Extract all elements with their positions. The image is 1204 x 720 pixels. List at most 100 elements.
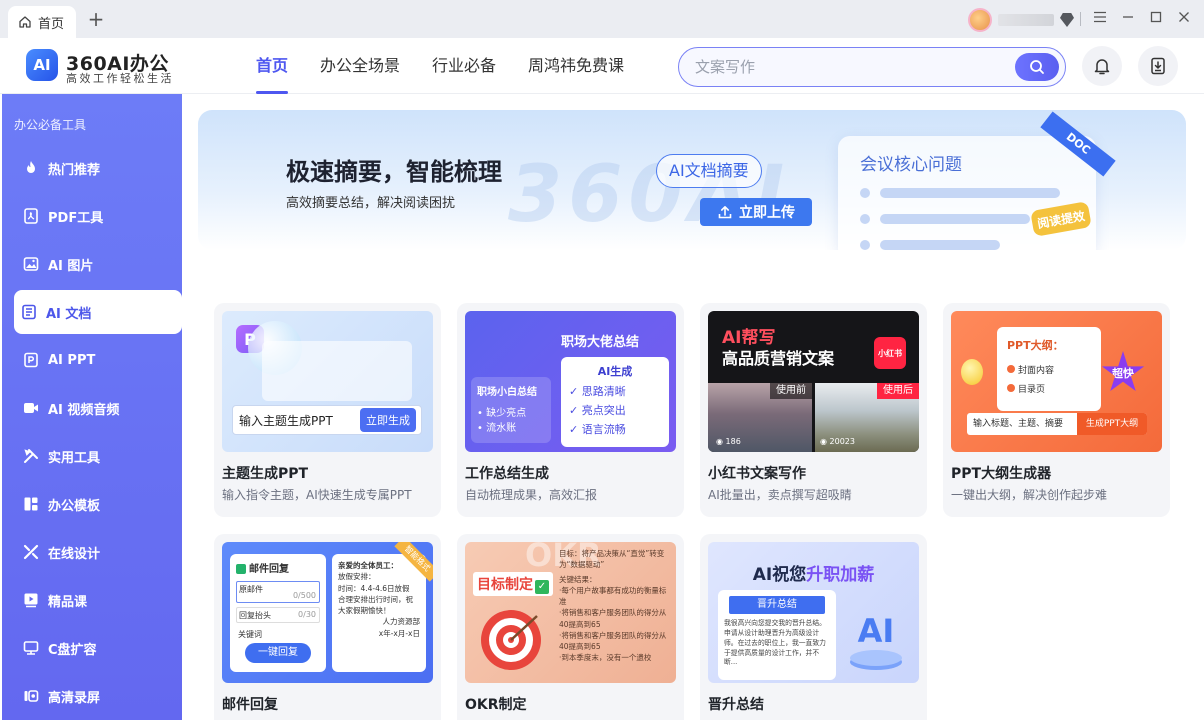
minimize-icon[interactable] [1118,9,1138,29]
course-icon [22,591,40,609]
sidebar-item-templates[interactable]: 办公模板 [2,482,182,526]
app-header: AI 360AI办公 高效工作轻松生活 首页 办公全场景 行业必备 周鸿祎免费课 [0,38,1204,94]
tool-card-okr[interactable]: OKR 目标制定 ✓ 目标：将产品决策从“直觉”转变为“数据驱动” 关键结果： ·… [457,534,684,720]
nav-industry[interactable]: 行业必备 [432,38,496,94]
doc-line [880,188,1060,198]
menu-icon[interactable] [1090,9,1110,29]
card-description: 一键出大纲，解决创作起步难 [951,488,1108,502]
user-area[interactable] [968,8,1074,32]
search-box [678,47,1066,87]
new-tab-button[interactable]: + [86,9,106,29]
sidebar-item-record[interactable]: 高清录屏 [2,674,182,718]
home-icon [19,16,31,28]
title-bar: 首页 + [0,0,1204,38]
download-button[interactable] [1138,46,1178,86]
doc-illustration-title: 会议核心问题 [860,155,962,175]
sidebar-item-ai-doc[interactable]: AI 文档 [14,290,182,334]
sidebar-item-label: 热门推荐 [48,162,101,178]
sidebar-item-label: C盘扩容 [48,642,97,658]
sidebar-item-label: PDF工具 [48,210,104,226]
okr-goal: 目标：将产品决策从“直觉”转变为“数据驱动” [559,549,665,570]
doc-bullet [860,188,870,198]
card-description: 自动梳理成果，高效汇报 [465,488,598,502]
view-count: ◉ 186 [716,437,741,446]
tool-card-ppt-generate[interactable]: P 输入主题生成PPT 立即生成 主题生成PPT 输入指令主题，AI快速生成专属… [214,303,441,517]
okr-kr-line: ·将销售和客户服务团队的得分从40提高到65 [559,630,667,651]
promotion-doc-title: 晋升总结 [729,596,825,614]
tool-card-xiaohongshu[interactable]: AI帮写 高品质营销文案 小红书 使用前 使用后 ◉ 186 ◉ 20023 小… [700,303,927,517]
card-title: 邮件回复 [222,697,278,713]
letter-date: x年-x月-x日 [378,628,420,638]
promotion-headline: AI祝您升职加薪 [752,565,875,585]
sidebar-item-tools[interactable]: 实用工具 [2,434,182,478]
xiaohongshu-logo: 小红书 [874,337,906,369]
card-thumbnail: AI祝您升职加薪 晋升总结 我很高兴向您提交我的晋升总结。申请从设计助理晋升为高… [708,542,919,683]
search-icon [1030,60,1044,74]
tool-card-work-summary[interactable]: 职场大佬总结 职场小白总结 • 缺少亮点 • 流水账 AI生成 ✓ 思路清晰 ✓… [457,303,684,517]
sidebar-item-pdf[interactable]: PDF工具 [2,194,182,238]
letter-line: 时间：4.4-4.6日放假 [338,583,410,593]
upload-button[interactable]: 立即上传 [700,198,812,226]
sidebar-item-disk[interactable]: C盘扩容 [2,626,182,670]
sidebar-item-ai-image[interactable]: AI 图片 [2,242,182,286]
tool-card-ppt-outline[interactable]: PPT大纲： 封面内容 目录页 超快 输入标题、主题、摘要 生成PPT大纲 PP… [943,303,1170,517]
avatar[interactable] [968,8,992,32]
card-thumbnail: PPT大纲： 封面内容 目录页 超快 输入标题、主题、摘要 生成PPT大纲 [951,311,1162,452]
one-click-reply-button: 一键回复 [245,643,311,663]
card-description: AI批量出，卖点撰写超吸睛 [708,488,852,502]
notification-button[interactable] [1082,46,1122,86]
promotion-doc-text: 我很高兴向您提交我的晋升总结。申请从设计助理晋升为高级设计师。在过去的职位上，我… [724,619,826,667]
sidebar-item-video-audio[interactable]: AI 视频音频 [2,386,182,430]
nav-office-scenes[interactable]: 办公全场景 [320,38,400,94]
tool-card-promotion-summary[interactable]: AI祝您升职加薪 晋升总结 我很高兴向您提交我的晋升总结。申请从设计助理晋升为高… [700,534,927,720]
sidebar-item-ai-ppt[interactable]: AI PPT [2,338,182,382]
maximize-icon[interactable] [1146,9,1166,29]
sidebar-item-label: 实用工具 [48,450,101,466]
nav-home[interactable]: 首页 [256,38,289,94]
close-icon[interactable] [1174,9,1194,29]
doc-bullet [860,214,870,224]
lightbulb-icon [961,359,983,385]
logo-badge[interactable]: AI [26,49,58,81]
bell-icon [1094,59,1110,75]
ai-summary-point: ✓ 亮点突出 [569,404,626,417]
card-thumbnail: 邮件回复 原邮件 0/500 回复抬头 0/30 关键词 一键回复 亲爱的全体员工：… [222,542,433,683]
ppt-icon [22,351,40,369]
before-label: 使用前 [770,383,812,399]
doc-bullet [860,240,870,250]
sidebar: 办公必备工具 热门推荐 PDF工具 AI 图片 AI 文档 AI PPT AI … [2,94,182,720]
sidebar-item-label: AI PPT [48,352,96,368]
ai-summary-title: AI生成 [597,365,633,378]
ai-3d-illustration: AI [844,598,908,678]
card-thumbnail: OKR 目标制定 ✓ 目标：将产品决策从“直觉”转变为“数据驱动” 关键结果： ·… [465,542,676,683]
marketing-copy-line: 高品质营销文案 [722,349,835,368]
letter-title: 亲爱的全体员工： [338,561,398,570]
card-title: OKR制定 [465,697,527,713]
okr-kr-title: 关键结果： [559,574,597,584]
tool-card-email-reply[interactable]: 邮件回复 原邮件 0/500 回复抬头 0/30 关键词 一键回复 亲爱的全体员工：… [214,534,441,720]
sidebar-item-design[interactable]: 在线设计 [2,530,182,574]
vip-diamond-icon [1060,13,1074,27]
card-thumbnail: AI帮写 高品质营销文案 小红书 使用前 使用后 ◉ 186 ◉ 20023 [708,311,919,452]
search-button[interactable] [1015,53,1059,81]
hero-banner[interactable]: 360AI 极速摘要，智能梳理 高效摘要总结，解决阅读困扰 AI文档摘要 立即上… [198,110,1186,250]
view-count-after: 20023 [829,437,855,446]
search-input[interactable] [695,56,995,78]
card-title: 主题生成PPT [222,466,309,482]
tab-home-label: 首页 [38,16,65,32]
document-icon [20,303,38,321]
view-count-before: 186 [725,437,741,446]
outline-heading: PPT大纲： [1007,339,1064,352]
sidebar-item-course[interactable]: 精品课 [2,578,182,622]
card-description: 输入指令主题，AI快速生成专属PPT [222,488,412,502]
sidebar-item-label: AI 文档 [46,306,92,322]
outline-item: 目录页 [1007,382,1091,395]
ai-summary-point: ✓ 思路清晰 [569,385,626,398]
letter-line: 放假安排： [338,572,376,582]
sidebar-item-label: 在线设计 [48,546,101,562]
nav-free-course[interactable]: 周鸿祎免费课 [528,38,624,94]
novice-title: 职场小白总结 [477,387,537,398]
tab-home[interactable]: 首页 [8,6,76,38]
doc-illustration: 会议核心问题 [838,136,1096,250]
sidebar-item-hot[interactable]: 热门推荐 [2,146,182,190]
